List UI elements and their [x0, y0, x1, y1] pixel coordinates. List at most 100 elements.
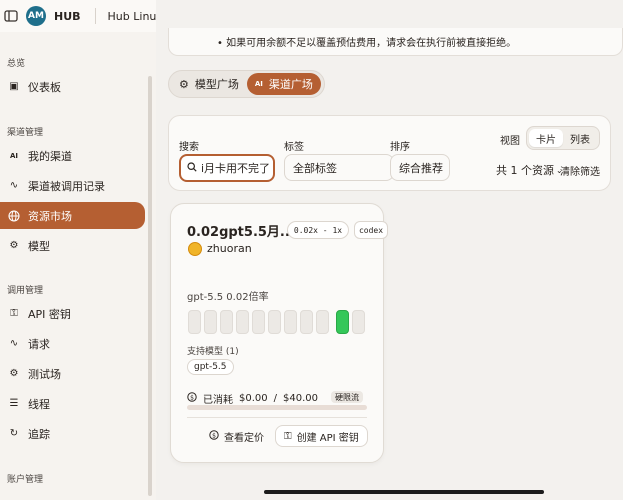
key-icon: ⚿ — [10, 308, 18, 319]
result-count[interactable]: 共 1 个资源 ⌄ — [496, 162, 563, 178]
view-list-button[interactable]: 列表 — [563, 129, 597, 147]
spent-value: $0.00 — [239, 393, 268, 404]
sidebar-group-channels: 渠道管理 — [7, 128, 44, 138]
view-pricing-button[interactable]: $ 查看定价 — [209, 425, 264, 447]
hard-limit-badge: 硬限流 — [331, 391, 363, 403]
sidebar-item-label: 请求 — [28, 337, 50, 351]
refresh-icon: ↻ — [9, 428, 19, 439]
globe-icon — [8, 209, 20, 222]
model-tag: gpt-5.5 — [187, 359, 234, 375]
search-value: i月卡用不完了 — [201, 162, 271, 175]
sort-label: 排序 — [390, 142, 410, 153]
avatar — [188, 242, 202, 256]
sidebar-item-label: API 密钥 — [28, 307, 71, 321]
usage-bar — [268, 310, 281, 334]
sidebar-item-resource-market[interactable]: 资源市场 — [0, 202, 145, 229]
header-divider — [94, 8, 96, 24]
spent-label: 已消耗 — [203, 395, 233, 406]
activity-icon: ∿ — [9, 180, 19, 191]
home-indicator — [264, 490, 544, 494]
sidebar-group-usage: 调用管理 — [7, 286, 44, 296]
ai-icon: AI — [254, 80, 263, 88]
search-input[interactable]: i月卡用不完了 — [179, 154, 275, 182]
sidebar-scrollbar[interactable] — [148, 76, 152, 496]
sidebar-item-label: 渠道被调用记录 — [28, 179, 105, 193]
key-icon: ⚿ — [284, 430, 292, 442]
robot-icon: ⚙ — [9, 240, 19, 251]
tab-switcher: ⚙ 模型广场 AI 渠道广场 — [168, 70, 325, 98]
activity-icon: ∿ — [9, 338, 19, 349]
type-pill: codex — [354, 221, 388, 239]
usage-summary: $ 已消耗 $0.00 / $40.00 — [187, 391, 318, 406]
tab-channel-square[interactable]: AI 渠道广场 — [246, 73, 321, 95]
list-icon: ☰ — [9, 398, 19, 409]
filter-panel: 搜索 i月卡用不完了 标签 全部标签 排序 综合推荐 视图 卡片 列表 共 1 … — [168, 115, 611, 191]
sidebar-item-label: 线程 — [28, 397, 50, 411]
limit-value: $40.00 — [283, 393, 319, 404]
sidebar-group-overview: 总览 — [7, 59, 26, 69]
usage-bar-active — [336, 310, 349, 334]
clear-filters-button[interactable]: 清除筛选 — [560, 163, 600, 178]
card-divider — [187, 417, 367, 418]
notice-text: • 如果可用余额不足以覆盖预估费用，请求会在执行前被直接拒绝。 — [217, 38, 517, 49]
usage-bar — [252, 310, 265, 334]
sidebar-item-channel-call-records[interactable]: ∿ 渠道被调用记录 — [0, 172, 145, 199]
view-label: 视图 — [500, 136, 520, 147]
sidebar: 总览 ▣ 仪表板 渠道管理 AI 我的渠道 ∿ 渠道被调用记录 资源市场 ⚙ 模… — [0, 32, 156, 500]
ai-icon: AI — [9, 151, 19, 160]
usage-bar — [204, 310, 217, 334]
spent-separator: / — [273, 393, 278, 404]
sidebar-item-label: 资源市场 — [28, 209, 72, 223]
sidebar-item-my-channels[interactable]: AI 我的渠道 — [0, 142, 145, 169]
resource-card[interactable]: 0.02gpt5.5月... 0.02x - 1x codex zhuoran … — [170, 203, 388, 463]
tab-label: 模型广场 — [194, 78, 239, 91]
tab-model-square[interactable]: ⚙ 模型广场 — [171, 73, 247, 95]
main-content: • 如果可用余额不足以覆盖预估费用，请求会在执行前被直接拒绝。 ⚙ 模型广场 A… — [156, 0, 623, 500]
tag-select[interactable]: 全部标签 — [284, 154, 394, 181]
usage-bar — [300, 310, 313, 334]
robot-icon: ⚙ — [9, 368, 19, 379]
sidebar-item-traces[interactable]: ↻ 追踪 — [0, 420, 145, 447]
sidebar-item-playground[interactable]: ⚙ 测试场 — [0, 360, 145, 387]
rate-label: gpt-5.5 0.02倍率 — [187, 292, 269, 303]
sort-select[interactable]: 综合推荐 — [390, 154, 450, 181]
search-label: 搜索 — [179, 142, 199, 153]
usage-bar — [352, 310, 365, 334]
sidebar-item-label: 测试场 — [28, 367, 61, 381]
brand-name: HUB — [54, 9, 81, 23]
logo: AM — [26, 6, 46, 26]
view-toggle: 卡片 列表 — [526, 126, 600, 150]
tab-label: 渠道广场 — [268, 78, 313, 91]
sidebar-item-models[interactable]: ⚙ 模型 — [0, 232, 145, 259]
sidebar-item-threads[interactable]: ☰ 线程 — [0, 390, 145, 417]
svg-text:$: $ — [212, 432, 216, 439]
sidebar-item-dashboard[interactable]: ▣ 仪表板 — [0, 73, 145, 100]
card-title: 0.02gpt5.5月... — [187, 225, 295, 240]
dashboard-icon: ▣ — [9, 81, 19, 92]
sidebar-item-label: 仪表板 — [28, 80, 61, 94]
robot-icon: ⚙ — [179, 77, 189, 91]
view-card-button[interactable]: 卡片 — [529, 129, 563, 147]
search-icon — [187, 161, 197, 175]
usage-bar — [188, 310, 201, 334]
sidebar-item-label: 我的渠道 — [28, 149, 72, 163]
usage-bar — [220, 310, 233, 334]
dollar-icon: $ — [209, 429, 219, 443]
owner-name: zhuoran — [207, 242, 252, 255]
rate-pill: 0.02x - 1x — [287, 221, 349, 239]
svg-text:$: $ — [190, 394, 194, 401]
usage-bar — [236, 310, 249, 334]
sidebar-item-label: 模型 — [28, 239, 50, 253]
spend-progress-bar — [187, 405, 367, 410]
sidebar-toggle-icon[interactable] — [4, 9, 18, 23]
sidebar-item-label: 追踪 — [28, 427, 50, 441]
tag-label: 标签 — [284, 142, 304, 153]
sidebar-item-requests[interactable]: ∿ 请求 — [0, 330, 145, 357]
usage-bar — [284, 310, 297, 334]
sidebar-group-account: 账户管理 — [7, 475, 44, 485]
usage-bar — [316, 310, 329, 334]
supported-models-label: 支持模型 (1) — [187, 347, 239, 357]
dollar-icon: $ — [187, 392, 197, 405]
create-api-key-button[interactable]: ⚿ 创建 API 密钥 — [275, 425, 368, 447]
sidebar-item-api-keys[interactable]: ⚿ API 密钥 — [0, 300, 145, 327]
